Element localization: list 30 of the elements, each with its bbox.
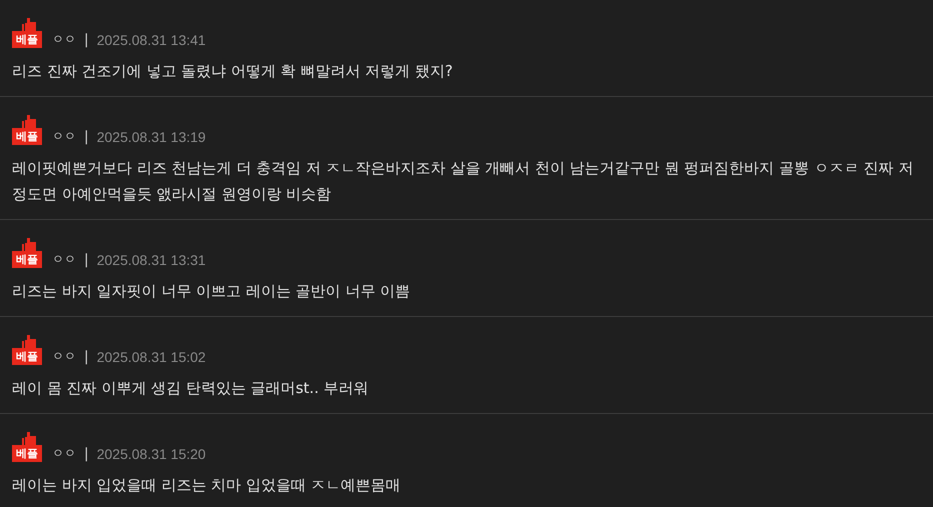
thumbs-up-icon [22,238,36,251]
best-badge: 베플 [12,348,42,365]
thumbs-up-icon [22,432,36,445]
author-name: ㅇㅇ [52,251,76,268]
author-name: ㅇㅇ [52,348,76,365]
best-badge: 베플 [12,445,42,462]
thumbs-up-icon [22,335,36,348]
best-badge: 베플 [12,128,42,145]
separator: | [84,252,89,268]
comment-date: 2025.08.31 13:41 [96,32,206,48]
best-badge: 베플 [12,31,42,48]
author-name: ㅇㅇ [52,31,76,48]
author-name: ㅇㅇ [52,128,76,145]
separator: | [84,446,89,462]
separator: | [84,129,89,145]
separator: | [84,32,89,48]
comment-date: 2025.08.31 15:02 [96,349,206,365]
author-name: ㅇㅇ [52,445,76,462]
thumbs-up-icon [22,18,36,31]
comment-text: 레이는 바지 입었을때 리즈는 치마 입었을때 ㅈㄴ예쁜몸매 [12,475,402,496]
comment-date: 2025.08.31 13:31 [96,252,206,268]
comment-date: 2025.08.31 15:20 [96,446,206,462]
comment-text: 리즈는 바지 일자핏이 너무 이쁘고 레이는 골반이 너무 이쁨 [12,281,412,302]
thumbs-up-icon [22,115,36,128]
comment-text: 레이핏예쁜거보다 리즈 천남는게 더 충격임 저 ㅈㄴ작은바지조차 살을 개빼서 천이 남는거같구만 뭔 펑퍼짐한바지 골뽕 ㅇㅈㄹ 진짜 저정도면 아예안먹을듯 앬라시절 원영이랑 비슷함 [12,158,914,205]
separator: | [84,349,89,365]
best-badge: 베플 [12,251,42,268]
comment-date: 2025.08.31 13:19 [96,129,206,145]
comment-text: 리즈 진짜 건조기에 넣고 돌렸냐 어떻게 확 뼈말려서 저렇게 됐지? [12,61,454,82]
comment-text: 레이 몸 진짜 이뿌게 생김 탄력있는 글래머st.. 부러워 [12,378,370,399]
